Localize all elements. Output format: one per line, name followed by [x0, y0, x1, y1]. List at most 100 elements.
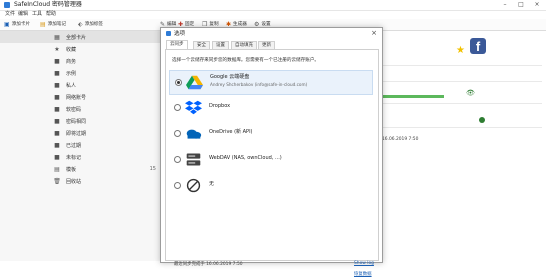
sidebar-item-web-accounts[interactable]: ■ 网络账号 [0, 91, 160, 103]
label-icon: ■ [54, 129, 60, 137]
dialog-app-icon [166, 30, 171, 36]
show-password-eye-icon[interactable]: 👁 [466, 89, 475, 97]
sidebar-item-all-cards[interactable]: ▦ 全部卡片 [0, 31, 160, 43]
onedrive-icon [186, 129, 202, 139]
app-logo-icon [4, 2, 10, 8]
option-label: WebDAV (NAS, ownCloud, ...) [209, 155, 282, 161]
radio-dropbox[interactable] [174, 104, 181, 111]
sidebar-item-label: 全部卡片 [66, 34, 87, 41]
sidebar-item-label: 收藏 [66, 46, 77, 53]
star-icon: ★ [54, 45, 60, 53]
add-label-icon: ⬖ [78, 21, 83, 28]
window-title: SafeInCloud 密码管理器 [14, 1, 82, 8]
menu-edit[interactable]: 编辑 [18, 10, 28, 19]
facebook-logo-icon: f [470, 38, 486, 54]
sidebar-item-label: 已过期 [66, 142, 82, 149]
sidebar-item-label: 未标记 [66, 154, 82, 161]
label-icon: ■ [54, 57, 60, 65]
add-card-label: 添加卡片 [11, 22, 31, 27]
label-icon: ■ [54, 93, 60, 101]
close-window-icon[interactable]: × [530, 0, 544, 10]
label-icon: ■ [54, 69, 60, 77]
radio-google-drive[interactable] [175, 79, 182, 86]
details-divider [382, 65, 542, 66]
website-globe-icon[interactable] [479, 117, 485, 123]
sidebar-item-expiring[interactable]: ■ 即将过期 [0, 127, 160, 139]
sidebar-item-label: 网络账号 [66, 94, 87, 101]
sidebar-item-business[interactable]: ■ 商务 [0, 55, 160, 67]
webdav-icon [186, 153, 201, 166]
add-card-icon: ▣ [4, 21, 10, 28]
option-webdav[interactable]: WebDAV (NAS, ownCloud, ...) [169, 148, 371, 171]
add-label-button[interactable]: ⬖ 添加标签 [78, 20, 103, 29]
label-icon: ■ [54, 81, 60, 89]
option-label: Google 云端硬盘 [210, 74, 250, 80]
label-icon: ■ [54, 117, 60, 125]
sidebar-item-label: 软密码 [66, 106, 82, 113]
sidebar-item-label: 模板 [66, 166, 77, 173]
password-strength-bar [382, 95, 444, 98]
favorite-star-icon[interactable]: ★ [456, 45, 465, 56]
minimize-icon[interactable]: – [498, 0, 512, 10]
option-account: Andrey Shcherbakov (info@safe-in-cloud.c… [210, 82, 308, 87]
sidebar-item-label: 密码相同 [66, 118, 87, 125]
cloud-sync-panel: 选择一个云储存来同步您的数据库。您需要有一个已注册的云储存账户。 Google … [165, 49, 379, 277]
sidebar-item-label: 即将过期 [66, 130, 87, 137]
modified-timestamp: 16.06.2019 7:50 [382, 137, 419, 142]
sidebar-item-templates[interactable]: ▤ 模板 15 [0, 163, 160, 175]
dialog-title: 选项 [174, 31, 186, 37]
restore-data-link[interactable]: 恢复数据 [354, 271, 372, 277]
add-note-button[interactable]: ▤ 添加笔记 [40, 20, 66, 29]
sidebar-item-trash[interactable]: 🗑 回收站 [0, 175, 160, 187]
option-none[interactable]: 无 [169, 174, 371, 197]
label-icon: ■ [54, 141, 60, 149]
maximize-icon[interactable]: □ [514, 0, 528, 10]
none-icon [186, 178, 201, 193]
add-note-label: 添加笔记 [47, 22, 67, 27]
option-label: Dropbox [209, 103, 231, 109]
option-google-drive[interactable]: Google 云端硬盘 Andrey Shcherbakov (info@saf… [169, 70, 373, 95]
option-label: OneDrive (新 API) [209, 129, 253, 135]
sidebar-item-count: 15 [149, 166, 156, 172]
options-dialog: 选项 × 云同步 安全 设置 自动填充 更新 选择一个云储存来同步您的数据库。您… [160, 27, 383, 277]
menu-bar [0, 10, 546, 19]
radio-webdav[interactable] [174, 156, 181, 163]
trash-icon: 🗑 [53, 177, 61, 185]
menu-help[interactable]: 帮助 [46, 10, 56, 19]
sidebar-item-expired[interactable]: ■ 已过期 [0, 139, 160, 151]
close-icon[interactable]: × [369, 28, 379, 38]
sidebar-item-label: 示例 [66, 70, 77, 77]
sidebar-item-weak-passwords[interactable]: ■ 软密码 [0, 103, 160, 115]
option-label: 无 [209, 181, 215, 187]
dialog-title-bar: 选项 [166, 28, 366, 38]
menu-tools[interactable]: 工具 [32, 10, 42, 19]
sidebar-item-label: 回收站 [66, 178, 82, 185]
sidebar-item-samples[interactable]: ■ 示例 [0, 67, 160, 79]
last-sync-status: 最近同步完成于 16.06.2019 7:50 [174, 262, 243, 267]
sidebar-item-same-passwords[interactable]: ■ 密码相同 [0, 115, 160, 127]
sidebar-item-untagged[interactable]: ■ 未标记 [0, 151, 160, 163]
radio-none[interactable] [174, 182, 181, 189]
template-icon: ▤ [54, 165, 60, 173]
add-label-label: 添加标签 [84, 22, 104, 27]
label-icon: ■ [54, 105, 60, 113]
sidebar-item-label: 商务 [66, 58, 77, 65]
sidebar-item-private[interactable]: ■ 私人 [0, 79, 160, 91]
details-divider [382, 127, 542, 128]
show-log-link[interactable]: Show log [354, 261, 374, 266]
dropbox-icon [185, 100, 202, 115]
label-icon: ■ [54, 153, 60, 161]
details-divider [382, 81, 542, 82]
details-divider [382, 103, 542, 104]
add-card-button[interactable]: ▣ 添加卡片 [4, 20, 30, 29]
sidebar-item-label: 私人 [66, 82, 77, 89]
sidebar-item-favorites[interactable]: ★ 收藏 [0, 43, 160, 55]
option-onedrive[interactable]: OneDrive (新 API) [169, 122, 371, 145]
menu-file[interactable]: 文件 [5, 10, 15, 19]
google-drive-icon [186, 75, 203, 90]
option-dropbox[interactable]: Dropbox [169, 96, 371, 119]
add-note-icon: ▤ [40, 21, 46, 28]
instruction-text: 选择一个云储存来同步您的数据库。您需要有一个已注册的云储存账户。 [172, 58, 320, 63]
cards-icon: ▦ [54, 33, 60, 41]
radio-onedrive[interactable] [174, 130, 181, 137]
